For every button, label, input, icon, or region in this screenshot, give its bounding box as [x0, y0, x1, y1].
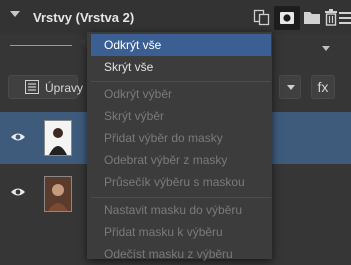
menu-icon[interactable] — [339, 8, 351, 26]
menu-item-subtract-mask-from-selection[interactable]: Odečíst masku z výběru — [91, 243, 271, 265]
menu-separator — [91, 197, 271, 198]
adjust-button[interactable]: Úpravy — [8, 75, 83, 99]
layer-thumbnail — [44, 120, 72, 156]
menu-item-hide-all[interactable]: Skrýt vše — [91, 56, 271, 78]
mask-icon — [280, 12, 294, 24]
fx-button[interactable]: fx — [311, 75, 335, 99]
duplicate-icon[interactable] — [253, 8, 271, 26]
mask-button[interactable] — [274, 6, 300, 30]
menu-item-hide-selection[interactable]: Skrýt výběr — [91, 105, 271, 127]
folder-icon[interactable] — [303, 8, 321, 26]
blend-mode-select[interactable] — [10, 45, 72, 46]
menu-item-show-selection[interactable]: Odkrýt výběr — [91, 83, 271, 105]
menu-item-intersect-selection-with-mask[interactable]: Průsečík výběru s maskou — [91, 171, 271, 193]
layer-thumbnail — [44, 176, 72, 212]
menu-item-subtract-selection-from-mask[interactable]: Odebrat výběr z masky — [91, 149, 271, 171]
menu-item-add-selection-to-mask[interactable]: Přidat výběr do masky — [91, 127, 271, 149]
eye-icon[interactable] — [10, 186, 26, 198]
layer-style-dropdown[interactable] — [279, 75, 301, 99]
adjust-icon — [25, 80, 39, 94]
menu-item-add-mask-to-selection[interactable]: Přidat masku k výběru — [91, 221, 271, 243]
chevron-down-icon[interactable] — [322, 46, 330, 51]
menu-item-mask-to-selection[interactable]: Nastavit masku do výběru — [91, 199, 271, 221]
mask-context-menu: Odkrýt vše Skrýt vše Odkrýt výběr Skrýt … — [87, 32, 272, 261]
photo-thumbnail — [45, 177, 71, 211]
eye-icon[interactable] — [10, 131, 26, 143]
panel-title: Vrstvy (Vrstva 2) — [33, 10, 135, 25]
chevron-down-icon — [287, 85, 295, 90]
adjust-label: Úpravy — [45, 81, 84, 95]
collapse-triangle-icon[interactable] — [10, 11, 20, 17]
menu-separator — [91, 81, 271, 82]
trash-icon[interactable] — [324, 8, 338, 26]
menu-item-show-all[interactable]: Odkrýt vše — [91, 34, 271, 56]
photo-thumbnail — [45, 121, 71, 155]
